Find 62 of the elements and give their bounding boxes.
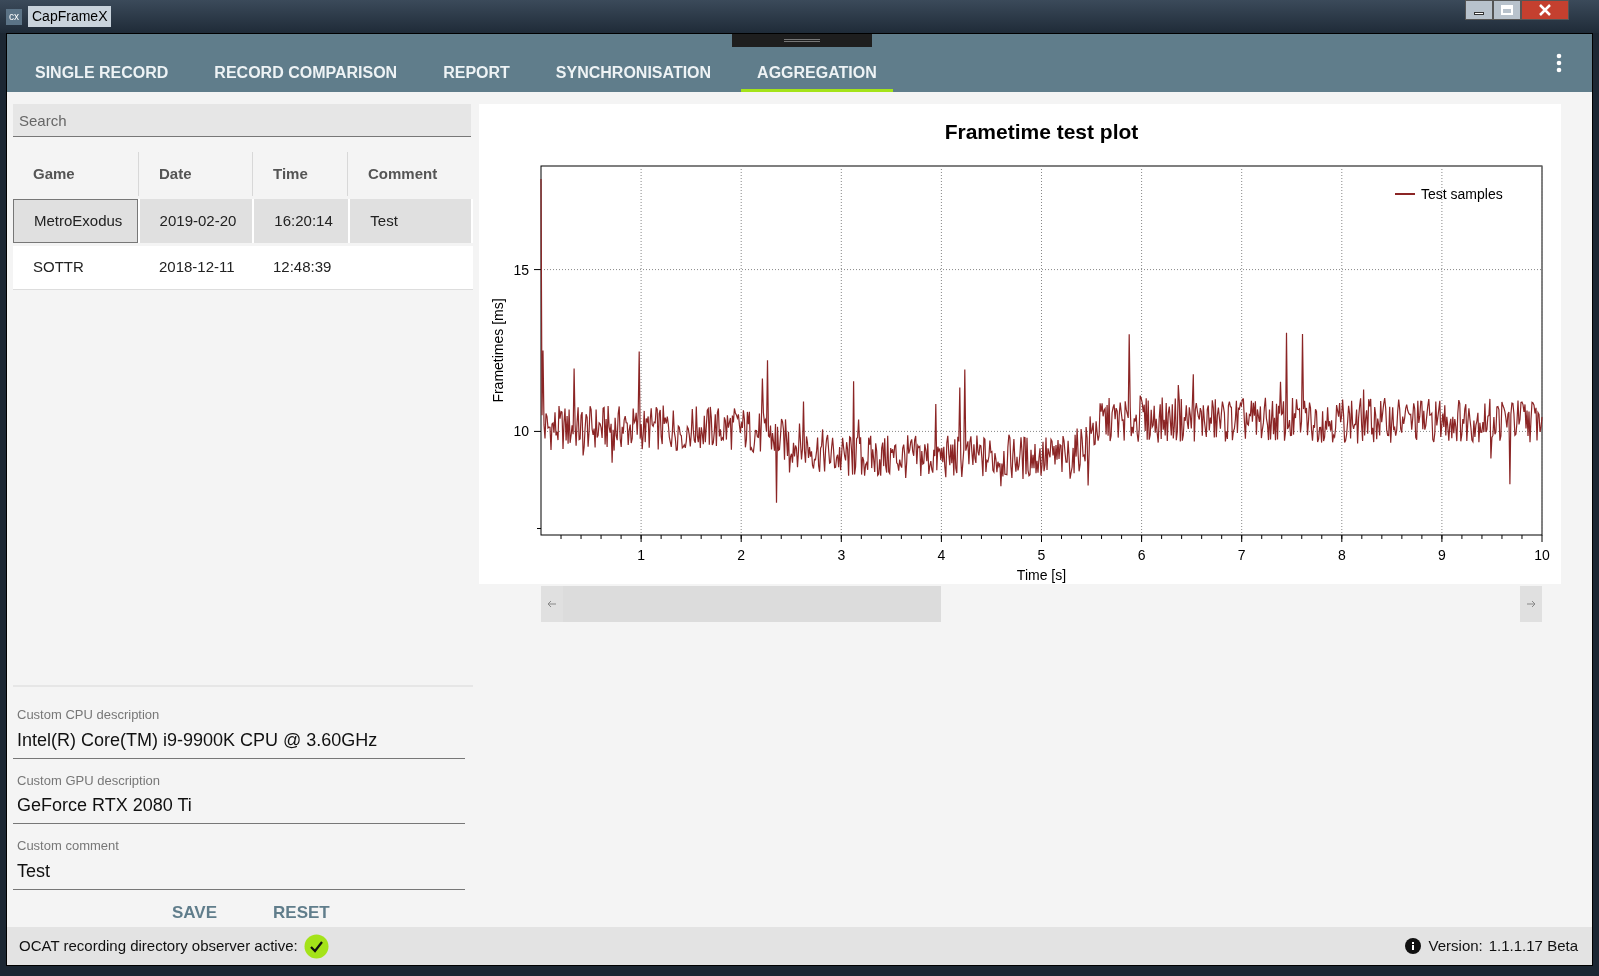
x-tick-label: 5 <box>1037 547 1046 563</box>
table-cell: 16:20:14 <box>254 199 349 243</box>
y-tick-label: 15 <box>513 261 529 278</box>
column-header[interactable]: Game <box>13 152 139 196</box>
window-title: CapFrameX <box>28 6 112 27</box>
text-button[interactable]: RESET <box>269 899 334 925</box>
table-row[interactable]: SOTTR 2018-12-11 12:48:39 <box>13 246 473 290</box>
right-arrow-icon <box>1526 599 1536 609</box>
x-tick-label: 8 <box>1337 547 1346 563</box>
y-tick-label: 10 <box>513 423 529 440</box>
field-label: Custom comment <box>17 837 120 855</box>
close-button[interactable] <box>1521 0 1569 20</box>
more-menu-icon[interactable] <box>1556 53 1562 73</box>
app-logo: cx <box>6 8 22 25</box>
table-cell: 2019-02-20 <box>139 199 253 243</box>
scrollbar-thumb[interactable] <box>563 586 941 622</box>
tab[interactable]: SYNCHRONISATION <box>539 56 728 92</box>
table-cell-text: SOTTR <box>32 257 85 278</box>
column-header[interactable]: Comment <box>348 152 470 196</box>
version-value: 1.1.1.17 Beta <box>1488 935 1578 956</box>
legend-line-icon <box>1394 193 1416 195</box>
x-tick-label: 1 <box>637 547 645 563</box>
x-tick-label: 7 <box>1237 547 1246 563</box>
chart-title: Frametime test plot <box>944 120 1139 143</box>
x-tick-label: 4 <box>937 547 946 563</box>
y-axis-label: Frametimes [ms] <box>490 298 506 403</box>
table-cell: MetroExodus <box>13 199 138 243</box>
table-cell-text: 2018-12-11 <box>158 257 236 278</box>
x-tick-label: 9 <box>1438 547 1446 563</box>
minimize-button[interactable] <box>1465 0 1493 20</box>
x-tick-label: 6 <box>1137 547 1146 563</box>
table-cell-text: 12:48:39 <box>272 257 333 278</box>
tab[interactable]: SINGLE RECORD <box>19 56 185 92</box>
column-header[interactable]: Time <box>253 152 348 196</box>
field-label: Custom CPU description <box>17 706 161 724</box>
text-field[interactable]: Custom comment Test <box>13 830 465 890</box>
observer-status-text: OCAT recording directory observer active: <box>19 935 298 956</box>
x-tick-label: 3 <box>837 547 846 563</box>
x-tick-label: 2 <box>737 547 746 563</box>
text-field[interactable]: Custom CPU description Intel(R) Core(TM) i9-9900K CPU @ 3.60GHz <box>13 699 465 759</box>
tab[interactable]: RECORD COMPARISON <box>198 56 414 92</box>
info-icon <box>1404 938 1421 954</box>
x-tick-label: 10 <box>1534 547 1550 563</box>
tab[interactable]: AGGREGATION <box>741 56 893 92</box>
table-row[interactable]: MetroExodus 2019-02-20 16:20:14 Test <box>13 199 473 243</box>
maximize-button[interactable] <box>1493 0 1521 20</box>
drag-handle[interactable] <box>732 34 872 47</box>
x-axis-label: Time [s] <box>1016 567 1067 583</box>
field-value: Test <box>17 859 51 883</box>
legend-label: Test samples <box>1421 186 1503 202</box>
version-label: Version: <box>1428 935 1483 956</box>
column-header[interactable]: Date <box>139 152 253 196</box>
text-field[interactable]: Custom GPU description GeForce RTX 2080 Ti <box>13 764 465 824</box>
table-cell: Test <box>350 199 471 243</box>
search-field[interactable]: Search <box>13 104 471 137</box>
field-value: GeForce RTX 2080 Ti <box>17 794 193 817</box>
left-arrow-icon <box>547 599 557 609</box>
close-icon <box>1539 4 1551 16</box>
text-button[interactable]: SAVE <box>168 899 222 925</box>
tab[interactable]: REPORT <box>427 56 526 92</box>
field-value: Intel(R) Core(TM) i9-9900K CPU @ 3.60GHz <box>17 728 379 752</box>
field-label: Custom GPU description <box>17 771 162 790</box>
